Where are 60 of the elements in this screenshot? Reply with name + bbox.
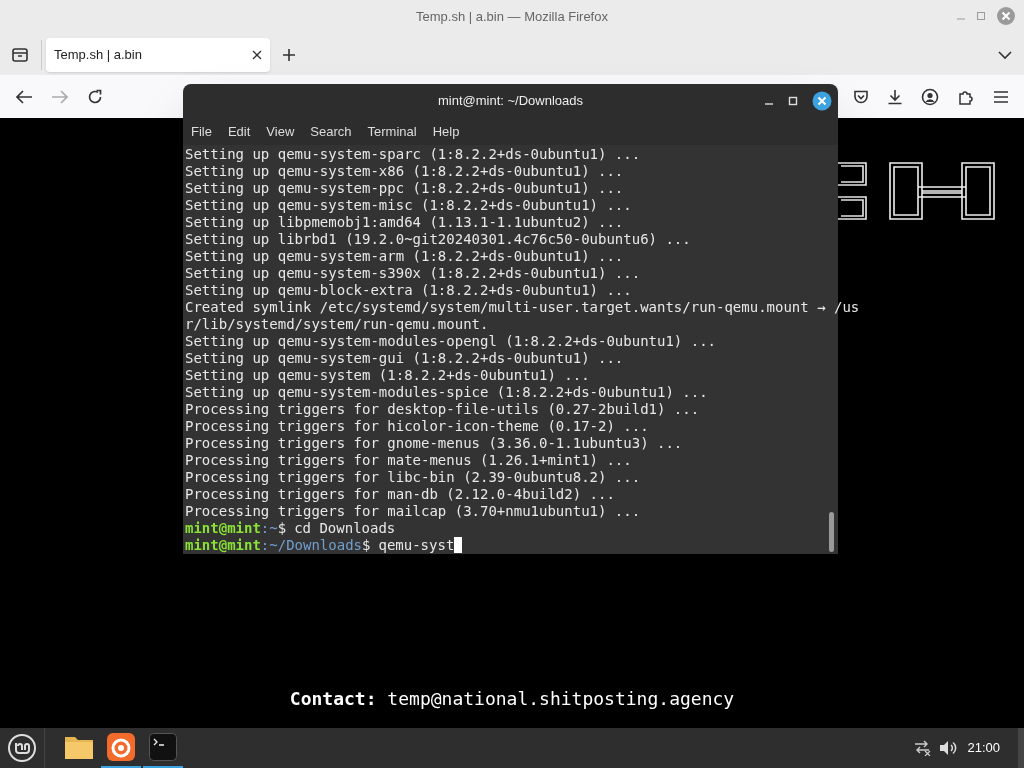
network-icon[interactable] bbox=[913, 740, 932, 756]
prompt-symbol: $ bbox=[362, 537, 371, 553]
browser-app-icon[interactable] bbox=[107, 733, 135, 761]
prompt-user: mint@mint bbox=[185, 537, 261, 553]
menu-item[interactable]: Terminal bbox=[361, 121, 423, 142]
close-icon[interactable] bbox=[252, 49, 262, 60]
terminal-output-line: Setting up qemu-system-misc (1:8.2.2+ds-0ubuntu1) ... bbox=[185, 197, 632, 213]
terminal-output-line: Setting up qemu-system-sparc (1:8.2.2+ds-0ubuntu1) ... bbox=[185, 146, 641, 162]
prompt-user: mint@mint bbox=[185, 520, 261, 536]
terminal-output-line: r/lib/systemd/system/run-qemu.mount. bbox=[185, 316, 489, 332]
folder-icon[interactable] bbox=[64, 734, 94, 760]
terminal-output-line: Setting up qemu-system-gui (1:8.2.2+ds-0ubuntu1) ... bbox=[185, 350, 624, 366]
terminal-output-line: Setting up qemu-system-modules-opengl (1:8.2.2+ds-0ubuntu1) ... bbox=[185, 333, 716, 349]
terminal-output-line: Setting up qemu-system-s390x (1:8.2.2+ds-0ubuntu1) ... bbox=[185, 265, 641, 281]
browser-tab[interactable]: Temp.sh | a.bin bbox=[46, 37, 270, 72]
terminal-output-line: Setting up qemu-block-extra (1:8.2.2+ds-0ubuntu1) ... bbox=[185, 282, 632, 298]
terminal-output-line: Setting up qemu-system-x86 (1:8.2.2+ds-0ubuntu1) ... bbox=[185, 163, 624, 179]
terminal-output-line: Processing triggers for desktop-file-utils (0.27-2build1) ... bbox=[185, 401, 700, 417]
back-icon[interactable] bbox=[15, 88, 33, 105]
terminal-output-line: Setting up qemu-system-ppc (1:8.2.2+ds-0ubuntu1) ... bbox=[185, 180, 624, 196]
window-title: Temp.sh | a.bin — Mozilla Firefox bbox=[416, 8, 608, 27]
terminal-output-line: Processing triggers for libc-bin (2.39-0ubuntu8.2) ... bbox=[185, 469, 641, 485]
chevron-down-icon[interactable] bbox=[998, 49, 1012, 60]
tab-list-icon[interactable] bbox=[11, 45, 29, 64]
menu-item[interactable]: Edit bbox=[221, 121, 257, 142]
terminal-output-line: Setting up librbd1 (19.2.0~git20240301.4c76c50-0ubuntu6) ... bbox=[185, 231, 691, 247]
close-icon[interactable] bbox=[812, 91, 832, 111]
prompt-symbol: $ bbox=[277, 520, 287, 536]
tab-title: Temp.sh | a.bin bbox=[54, 45, 142, 64]
terminal-output-line: Processing triggers for mate-menus (1.26.1+mint1) ... bbox=[185, 452, 632, 468]
terminal-output-line: Setting up libpmemobj1:amd64 (1.13.1-1.1ubuntu2) ... bbox=[185, 214, 624, 230]
volume-icon[interactable] bbox=[939, 740, 958, 756]
menu-item[interactable]: View bbox=[260, 121, 301, 142]
command-text: cd Downloads bbox=[294, 520, 396, 536]
terminal-output-line: Setting up qemu-system-modules-spice (1:8.2.2+ds-0ubuntu1) ... bbox=[185, 384, 708, 400]
terminal-output-line: Processing triggers for man-db (2.12.0-4build2) ... bbox=[185, 486, 615, 502]
terminal-output-line: Created symlink /etc/systemd/system/multi-user.target.wants/run-qemu.mount → /us bbox=[185, 299, 860, 315]
terminal-output-line: Setting up qemu-system-arm (1:8.2.2+ds-0ubuntu1) ... bbox=[185, 248, 624, 264]
menu-item[interactable]: Help bbox=[426, 121, 466, 142]
start-menu-icon[interactable] bbox=[7, 733, 37, 763]
command-text: qemu-syst bbox=[378, 537, 455, 553]
terminal-output-line: Processing triggers for hicolor-icon-theme (0.17-2) ... bbox=[185, 418, 649, 434]
menu-item[interactable]: Search bbox=[304, 121, 358, 142]
terminal-title: mint@mint: ~/Downloads bbox=[437, 92, 584, 111]
menu-icon[interactable] bbox=[993, 89, 1009, 104]
pocket-icon[interactable] bbox=[853, 88, 869, 105]
contact-text: Contact: temp@national.shitposting.agency bbox=[289, 687, 735, 711]
terminal-app-icon[interactable] bbox=[149, 733, 177, 761]
scrollbar[interactable] bbox=[829, 512, 834, 552]
prompt-path: :~ bbox=[260, 520, 278, 536]
account-icon[interactable] bbox=[921, 87, 939, 106]
terminal-output-line: Setting up qemu-system (1:8.2.2+ds-0ubuntu1) ... bbox=[185, 367, 590, 383]
menu-item[interactable]: File bbox=[185, 121, 218, 142]
clock[interactable]: 21:00 bbox=[967, 738, 1000, 758]
terminal-output-line: Processing triggers for mailcap (3.70+nmu1ubuntu1) ... bbox=[185, 503, 641, 519]
download-icon[interactable] bbox=[887, 88, 903, 105]
reload-icon[interactable] bbox=[87, 88, 103, 105]
new-tab-icon[interactable] bbox=[282, 47, 296, 62]
terminal-output-line: Processing triggers for gnome-menus (3.36.0-1.1ubuntu3) ... bbox=[185, 435, 683, 451]
prompt-path: :~/Downloads bbox=[260, 537, 362, 553]
